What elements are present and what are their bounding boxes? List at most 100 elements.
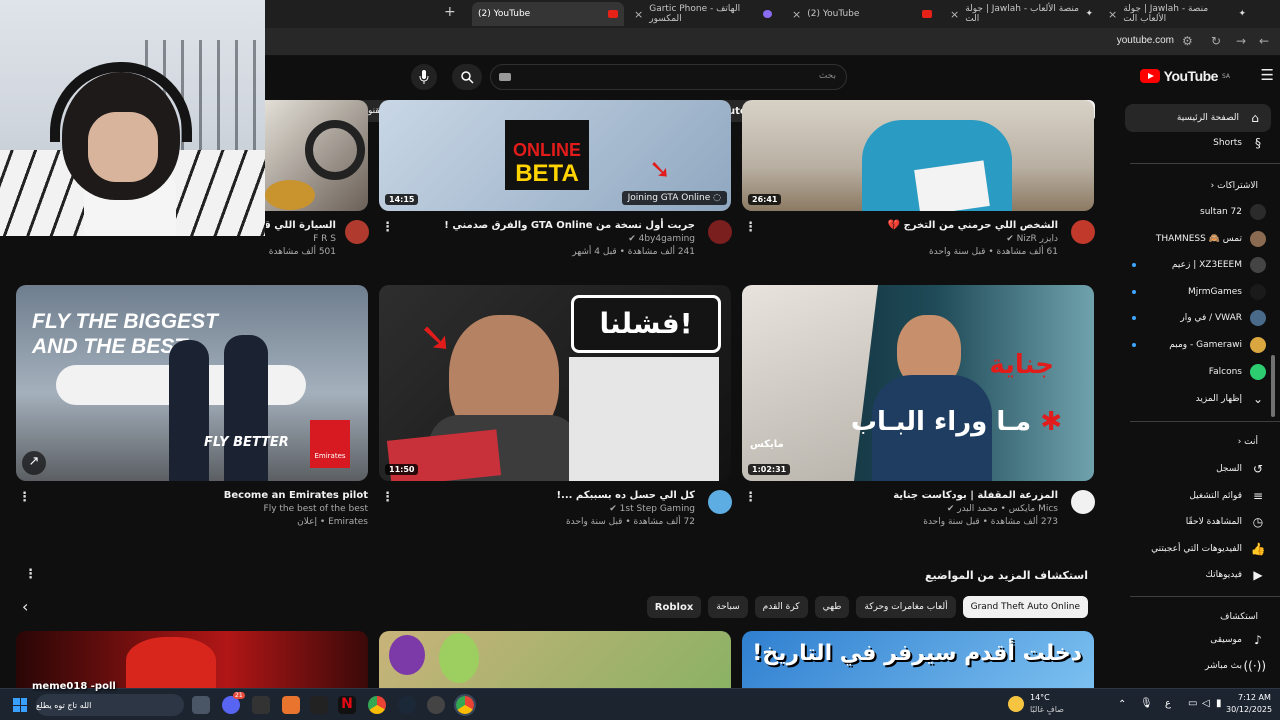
sidebar-item[interactable]: 👍 الفيديوهات التي أعجبتني: [1126, 536, 1266, 562]
more-actions-icon[interactable]: ⋮: [744, 490, 757, 505]
page-scrollbar[interactable]: [1271, 355, 1275, 417]
video-thumbnail[interactable]: جناية ✱ مـا وراء البـاب مايكس 1:02:31: [742, 285, 1094, 481]
app-icon[interactable]: [282, 696, 300, 714]
windows-start-icon[interactable]: [13, 698, 27, 712]
topic-chip[interactable]: كرة القدم: [754, 596, 808, 618]
taskbar-search[interactable]: الله تاج توه يطلع: [36, 694, 184, 716]
chrome-icon[interactable]: [368, 696, 386, 714]
topic-chip[interactable]: Grand Theft Auto Online: [962, 596, 1088, 618]
video-thumbnail[interactable]: 26:41: [742, 100, 1094, 211]
tab-jawlah-2[interactable]: × جولة | Jawlah - منصة الألعاب الت ✦: [1102, 2, 1252, 26]
clock-time[interactable]: 7:12 AM: [1238, 693, 1271, 702]
more-actions-icon[interactable]: ⋮: [381, 490, 394, 505]
reload-icon[interactable]: ↻: [1211, 34, 1221, 48]
channel-avatar[interactable]: [708, 220, 732, 244]
subscriptions-header[interactable]: الاشتراكات ‹: [1211, 181, 1258, 191]
steam-icon[interactable]: [398, 696, 416, 714]
url-text[interactable]: youtube.com: [1117, 35, 1174, 46]
close-tab-icon[interactable]: ×: [950, 8, 959, 21]
sidebar-subscription[interactable]: تمس 🙈 THAMNESS: [1126, 226, 1266, 252]
tray-overflow-icon[interactable]: ⌃: [1118, 699, 1126, 710]
channel-name[interactable]: 1st Step Gaming ✔: [375, 504, 695, 514]
ad-title[interactable]: Become an Emirates pilot: [28, 490, 368, 501]
video-thumbnail[interactable]: فشلنا! ➘ 11:50: [379, 285, 731, 481]
keyboard-icon[interactable]: [499, 73, 511, 81]
channel-name[interactable]: Mics مايكس • محمد البدر ✔: [738, 504, 1058, 514]
app-icon[interactable]: [252, 696, 270, 714]
site-settings-icon[interactable]: ⚙: [1182, 34, 1193, 48]
topic-chip[interactable]: ألعاب مغامرات وحركة: [856, 596, 956, 618]
you-header[interactable]: أنت ‹: [1238, 437, 1258, 447]
youtube-logo[interactable]: YouTube SA: [1139, 68, 1230, 84]
menu-icon[interactable]: ☰: [1261, 66, 1274, 84]
sidebar-item[interactable]: ((·)) بث مباشر: [1126, 653, 1266, 679]
sidebar-item-shorts[interactable]: § Shorts: [1126, 130, 1266, 156]
task-view-icon[interactable]: [192, 696, 210, 714]
topic-chip[interactable]: Roblox: [646, 596, 702, 618]
battery-icon[interactable]: ▮: [1216, 698, 1222, 709]
sidebar-item[interactable]: ≡ قوائم التشغيل: [1126, 483, 1266, 509]
video-thumbnail[interactable]: [16, 631, 368, 688]
sidebar-subscription[interactable]: sultan 72: [1126, 199, 1266, 225]
tab-youtube-2[interactable]: × (2) YouTube: [786, 2, 938, 26]
language-indicator[interactable]: ع: [1165, 698, 1171, 709]
video-title[interactable]: الشخص اللي حرمني من التخرج 💔: [738, 220, 1058, 231]
close-tab-icon[interactable]: ×: [1108, 8, 1117, 21]
close-tab-icon[interactable]: ×: [634, 8, 643, 21]
video-thumbnail[interactable]: [265, 100, 368, 211]
forward-icon[interactable]: →: [1236, 34, 1246, 48]
video-thumbnail[interactable]: ONLINE BETA ➘ Joining GTA Online ◌ 14:15: [379, 100, 731, 211]
video-title[interactable]: جربت أول نسخة من GTA Online والفرق صدمني…: [375, 220, 695, 231]
channel-avatar[interactable]: [345, 220, 369, 244]
netflix-icon[interactable]: N: [338, 696, 356, 714]
video-title[interactable]: المزرعة المقفلة | بودكاست جناية: [738, 490, 1058, 501]
topic-chip[interactable]: سباحة: [708, 596, 748, 618]
obs-icon[interactable]: [427, 696, 445, 714]
clock-date[interactable]: 30/12/2025: [1226, 705, 1272, 714]
network-icon[interactable]: ▭: [1188, 698, 1197, 709]
video-title[interactable]: السيارة اللي قدامنا تحـ...: [266, 220, 336, 231]
channel-avatar[interactable]: [1071, 220, 1095, 244]
video-title[interactable]: كل الي حسل ده بسببكم ...!: [375, 490, 695, 501]
sidebar-subscription[interactable]: MjrmGames: [1126, 279, 1266, 305]
back-icon[interactable]: ←: [1259, 34, 1269, 48]
sidebar-item[interactable]: ↺ السجل: [1126, 456, 1266, 482]
search-button[interactable]: [452, 64, 482, 90]
voice-search-button[interactable]: [411, 64, 437, 90]
external-link-icon[interactable]: ↗: [22, 451, 46, 475]
chrome-active-icon[interactable]: [454, 694, 476, 716]
show-more-button[interactable]: ⌄ إظهار المزيد: [1126, 386, 1266, 412]
more-actions-icon[interactable]: ⋮: [744, 220, 757, 235]
weather-icon[interactable]: [1008, 696, 1024, 712]
channel-name[interactable]: 4by4gaming ✔: [375, 234, 695, 244]
topic-chip[interactable]: طهي: [814, 596, 850, 618]
sidebar-item[interactable]: ◷ المشاهدة لاحقًا: [1126, 509, 1266, 535]
channel-avatar[interactable]: [708, 490, 732, 514]
sidebar-item-home[interactable]: ⌂ الصفحة الرئيسية: [1125, 104, 1271, 132]
tab-gartic[interactable]: × Gartic Phone - الهاتف المكسور: [628, 2, 778, 26]
more-actions-icon[interactable]: ⋮: [381, 220, 394, 235]
new-tab-button[interactable]: +: [444, 4, 456, 20]
sidebar-subscription[interactable]: Gamerawi - ومبم: [1126, 332, 1266, 358]
epic-games-icon[interactable]: [310, 696, 328, 714]
sidebar-subscription[interactable]: VWAR / في وار: [1126, 305, 1266, 331]
tab-youtube-active[interactable]: (2) YouTube: [472, 2, 624, 26]
channel-name[interactable]: دايزر NizR ✔: [738, 234, 1058, 244]
channel-name[interactable]: F R S: [266, 234, 336, 244]
search-input[interactable]: بحث: [490, 64, 847, 90]
sidebar-item[interactable]: ▶ فيديوهاتك: [1126, 562, 1266, 588]
section-menu-icon[interactable]: ⋮: [24, 567, 37, 582]
microphone-tray-icon[interactable]: 🎙: [1140, 698, 1153, 709]
more-actions-icon[interactable]: ⋮: [18, 490, 31, 505]
video-thumbnail[interactable]: دخلت أقدم سيرفر في التاريخ!: [742, 631, 1094, 688]
sidebar-subscription[interactable]: Falcons: [1126, 359, 1266, 385]
video-thumbnail[interactable]: [379, 631, 731, 688]
tab-jawlah-1[interactable]: × جولة | Jawlah - منصة الألعاب الت ✦: [944, 2, 1099, 26]
close-tab-icon[interactable]: ×: [792, 8, 801, 21]
scroll-left-icon[interactable]: ‹: [22, 597, 28, 616]
ad-thumbnail[interactable]: FLY THE BIGGEST AND THE BEST FLY BETTER …: [16, 285, 368, 481]
sidebar-subscription[interactable]: XZ3EEEM | زعيم: [1126, 252, 1266, 278]
channel-avatar[interactable]: [1071, 490, 1095, 514]
volume-icon[interactable]: ◁: [1202, 698, 1210, 709]
sidebar-item[interactable]: ♪ موسيقى: [1126, 627, 1266, 653]
